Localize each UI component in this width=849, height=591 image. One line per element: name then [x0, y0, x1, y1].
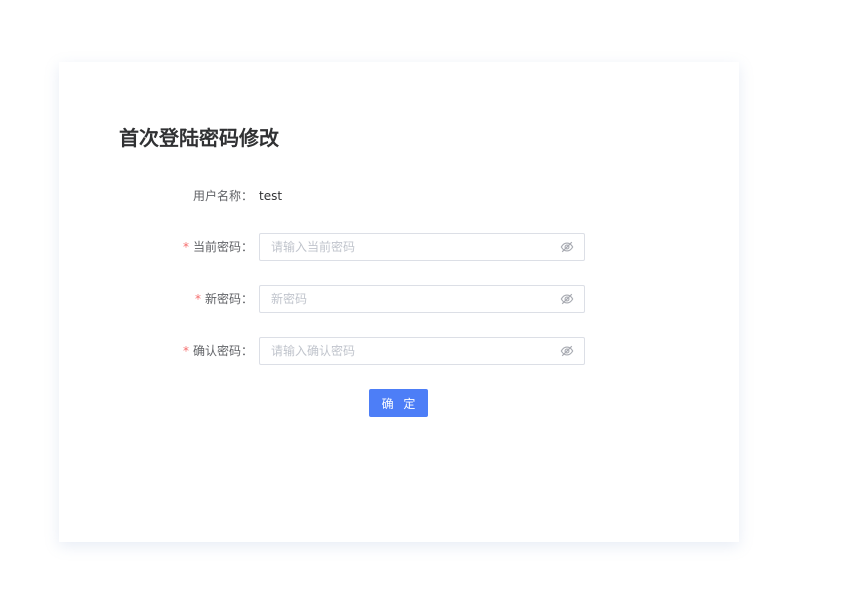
password-change-card: 首次登陆密码修改 用户名称： test * 当前密码： * 新密码： * 确认密码： [59, 62, 739, 542]
current-password-row: * 当前密码： [59, 233, 739, 261]
page-title: 首次登陆密码修改 [119, 126, 279, 150]
required-mark: * [194, 292, 201, 306]
new-password-row: * 新密码： [59, 285, 739, 313]
new-password-field [259, 285, 585, 313]
eye-off-icon[interactable] [560, 240, 574, 254]
current-password-field [259, 233, 585, 261]
current-password-label-text: 当前密码： [192, 240, 253, 254]
required-mark: * [182, 344, 189, 358]
username-value: test [259, 189, 283, 203]
confirm-password-row: * 确认密码： [59, 337, 739, 365]
current-password-label: * 当前密码： [183, 233, 253, 261]
confirm-password-input[interactable] [260, 338, 550, 364]
confirm-password-label-text: 确认密码： [192, 344, 253, 358]
confirm-password-label: * 确认密码： [183, 337, 253, 365]
required-mark: * [182, 240, 189, 254]
new-password-input[interactable] [260, 286, 550, 312]
confirm-button[interactable]: 确 定 [369, 389, 428, 417]
eye-off-icon[interactable] [560, 344, 574, 358]
username-label: 用户名称： [192, 189, 253, 203]
new-password-label: * 新密码： [195, 285, 253, 313]
current-password-input[interactable] [260, 234, 550, 260]
eye-off-icon[interactable] [560, 292, 574, 306]
username-row: 用户名称： test [59, 182, 739, 210]
new-password-label-text: 新密码： [204, 292, 253, 306]
confirm-password-field [259, 337, 585, 365]
